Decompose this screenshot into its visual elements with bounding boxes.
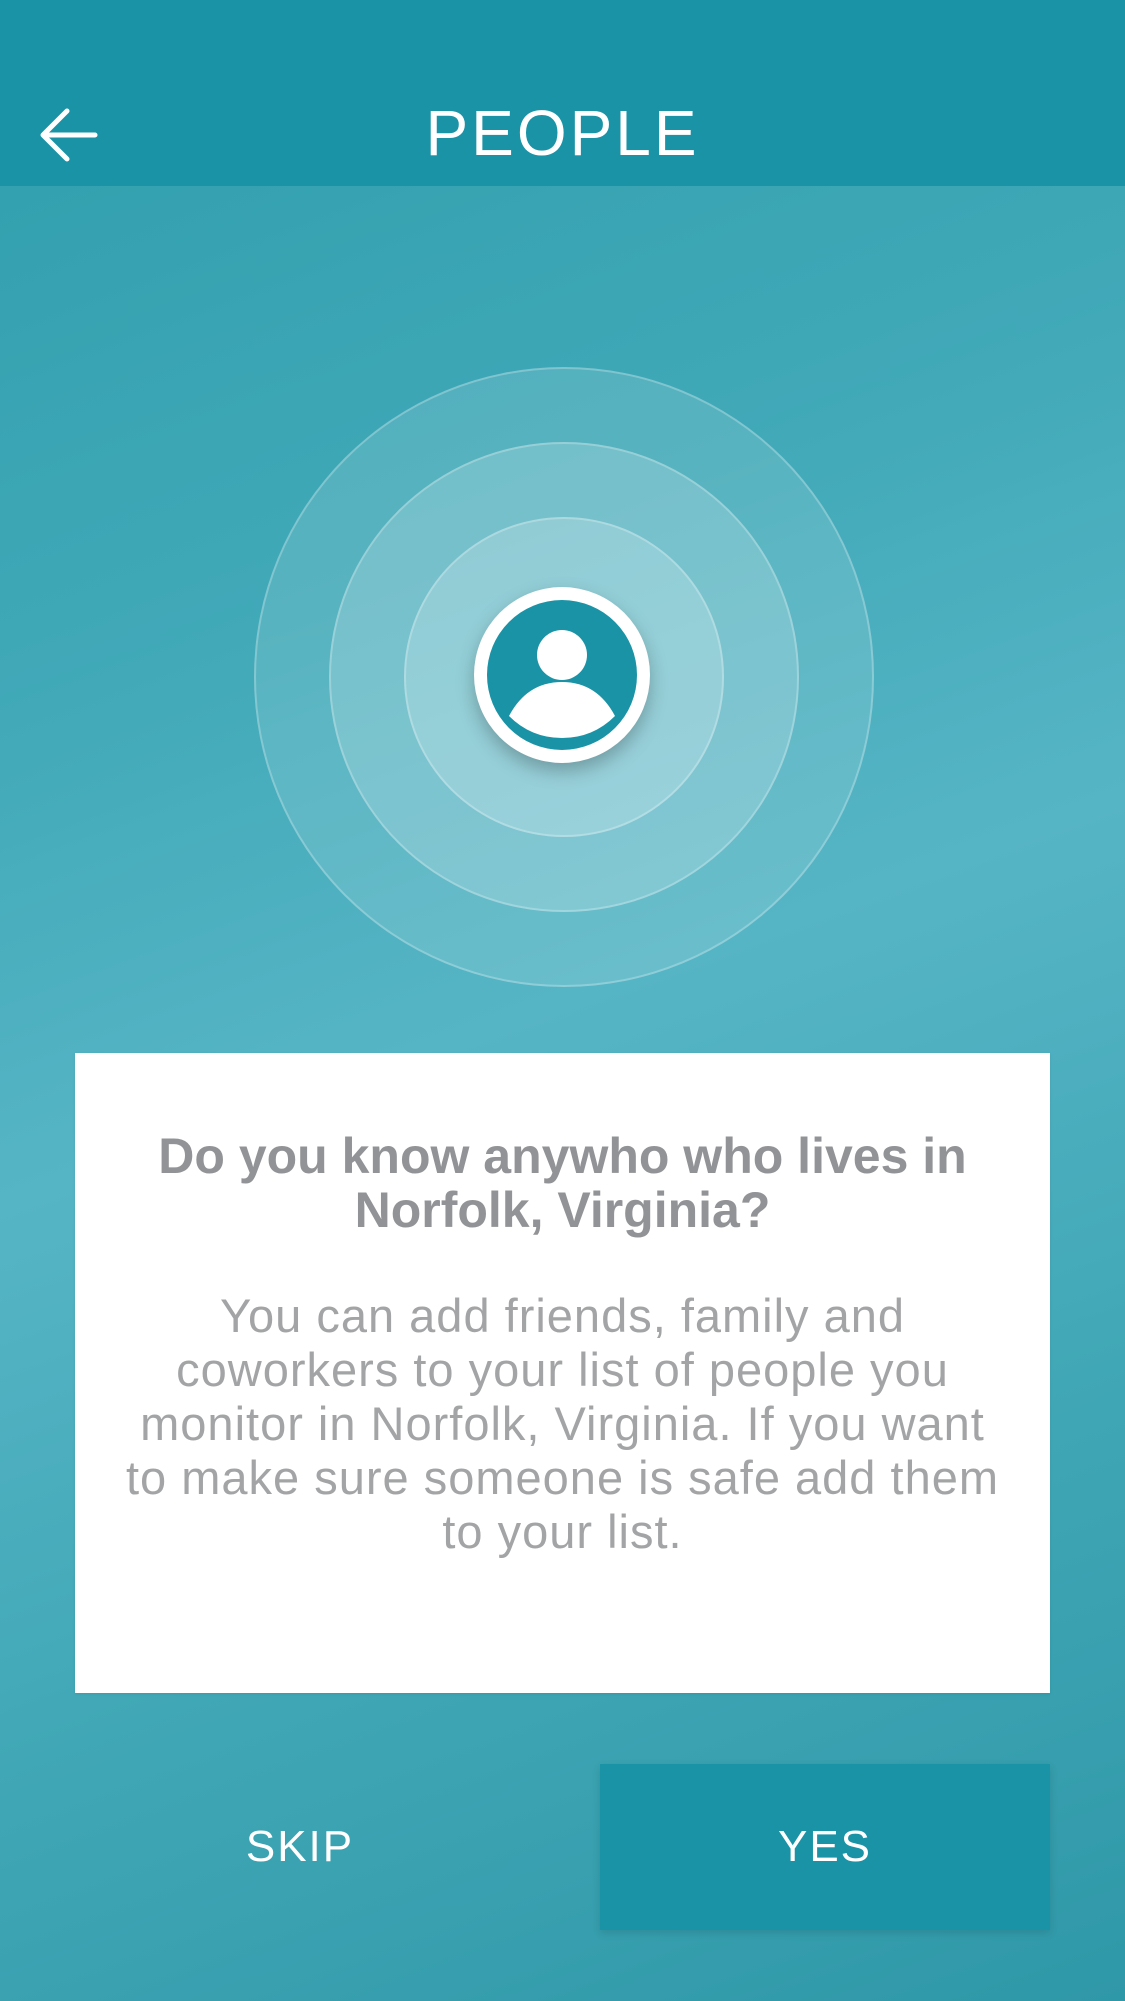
radar-ring-inner [404,517,724,837]
radar-ring-outer [254,367,874,987]
page-title: PEOPLE [425,97,700,169]
card-heading: Do you know anywho who lives in Norfolk,… [158,1128,967,1238]
person-icon [487,600,637,750]
skip-button[interactable]: SKIP [75,1764,525,1930]
radar-ring-middle [329,442,799,912]
yes-button[interactable]: YES [600,1764,1050,1930]
app-header: PEOPLE [0,0,1125,186]
info-card: Do you know anywho who lives in Norfolk,… [75,1053,1050,1693]
avatar [474,587,650,763]
card-body-text: You can add friends, family and coworker… [126,1289,999,1558]
